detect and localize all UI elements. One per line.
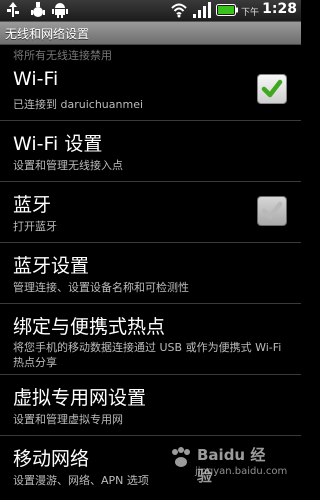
setting-wifi[interactable]: Wi-Fi 已连接到 daruichuanmei [0,60,301,120]
title-bar: 无线和网络设置 [0,22,301,45]
setting-bluetooth[interactable]: 蓝牙 打开蓝牙 [0,181,301,242]
setting-title: 蓝牙设置 [13,255,90,277]
wifi-checkbox[interactable] [257,74,287,104]
checkmark-icon [261,201,283,220]
setting-title: 蓝牙 [13,194,52,216]
setting-subtitle: 将您手机的移动数据连接通过 USB 或作为便携式 Wi-Fi 热点分享 [13,341,282,369]
setting-subtitle: 已连接到 daruichuanmei [13,98,144,111]
page-title: 无线和网络设置 [5,27,90,41]
watermark-brand: Baidu 经验 [197,446,266,485]
android-icon [52,3,68,18]
debug-icon [31,2,45,17]
paw-icon [172,447,190,467]
signal-icon [193,2,211,18]
setting-subtitle: 设置漫游、网络、APN 选项 [13,474,149,487]
setting-subtitle: 管理连接、设置设备名称和可检测性 [13,281,189,294]
setting-vpn[interactable]: 虚拟专用网设置 设置和管理虚拟专用网 [0,374,301,435]
clock: 1:28 [262,1,297,17]
setting-title: 移动网络 [13,448,90,470]
setting-wifi-settings[interactable]: Wi-Fi 设置 设置和管理无线接入点 [0,120,301,181]
setting-subtitle: 打开蓝牙 [13,220,57,233]
baidu-watermark: Baidu 经验 jingyan.baidu.com [169,444,287,485]
settings-list: Wi-Fi 已连接到 daruichuanmei Wi-Fi 设置 设置和管理无… [0,60,301,496]
wifi-icon [171,3,187,18]
setting-title: Wi-Fi [13,68,59,90]
bluetooth-checkbox[interactable] [257,196,287,226]
setting-title: 虚拟专用网设置 [13,387,147,409]
setting-title: Wi-Fi 设置 [13,133,103,155]
setting-subtitle: 设置和管理虚拟专用网 [13,413,123,426]
time-ampm: 下午 [240,8,259,18]
setting-tethering-hotspot[interactable]: 绑定与便携式热点 将您手机的移动数据连接通过 USB 或作为便携式 Wi-Fi … [0,303,301,374]
checkmark-icon [261,79,283,98]
setting-bluetooth-settings[interactable]: 蓝牙设置 管理连接、设置设备名称和可检测性 [0,242,301,303]
usb-icon [7,2,19,17]
setting-title: 绑定与便携式热点 [13,316,166,338]
watermark-url: jingyan.baidu.com [195,466,288,477]
status-bar: 下午 1:28 [0,0,301,22]
battery-icon [216,4,238,16]
setting-subtitle: 设置和管理无线接入点 [13,159,123,172]
